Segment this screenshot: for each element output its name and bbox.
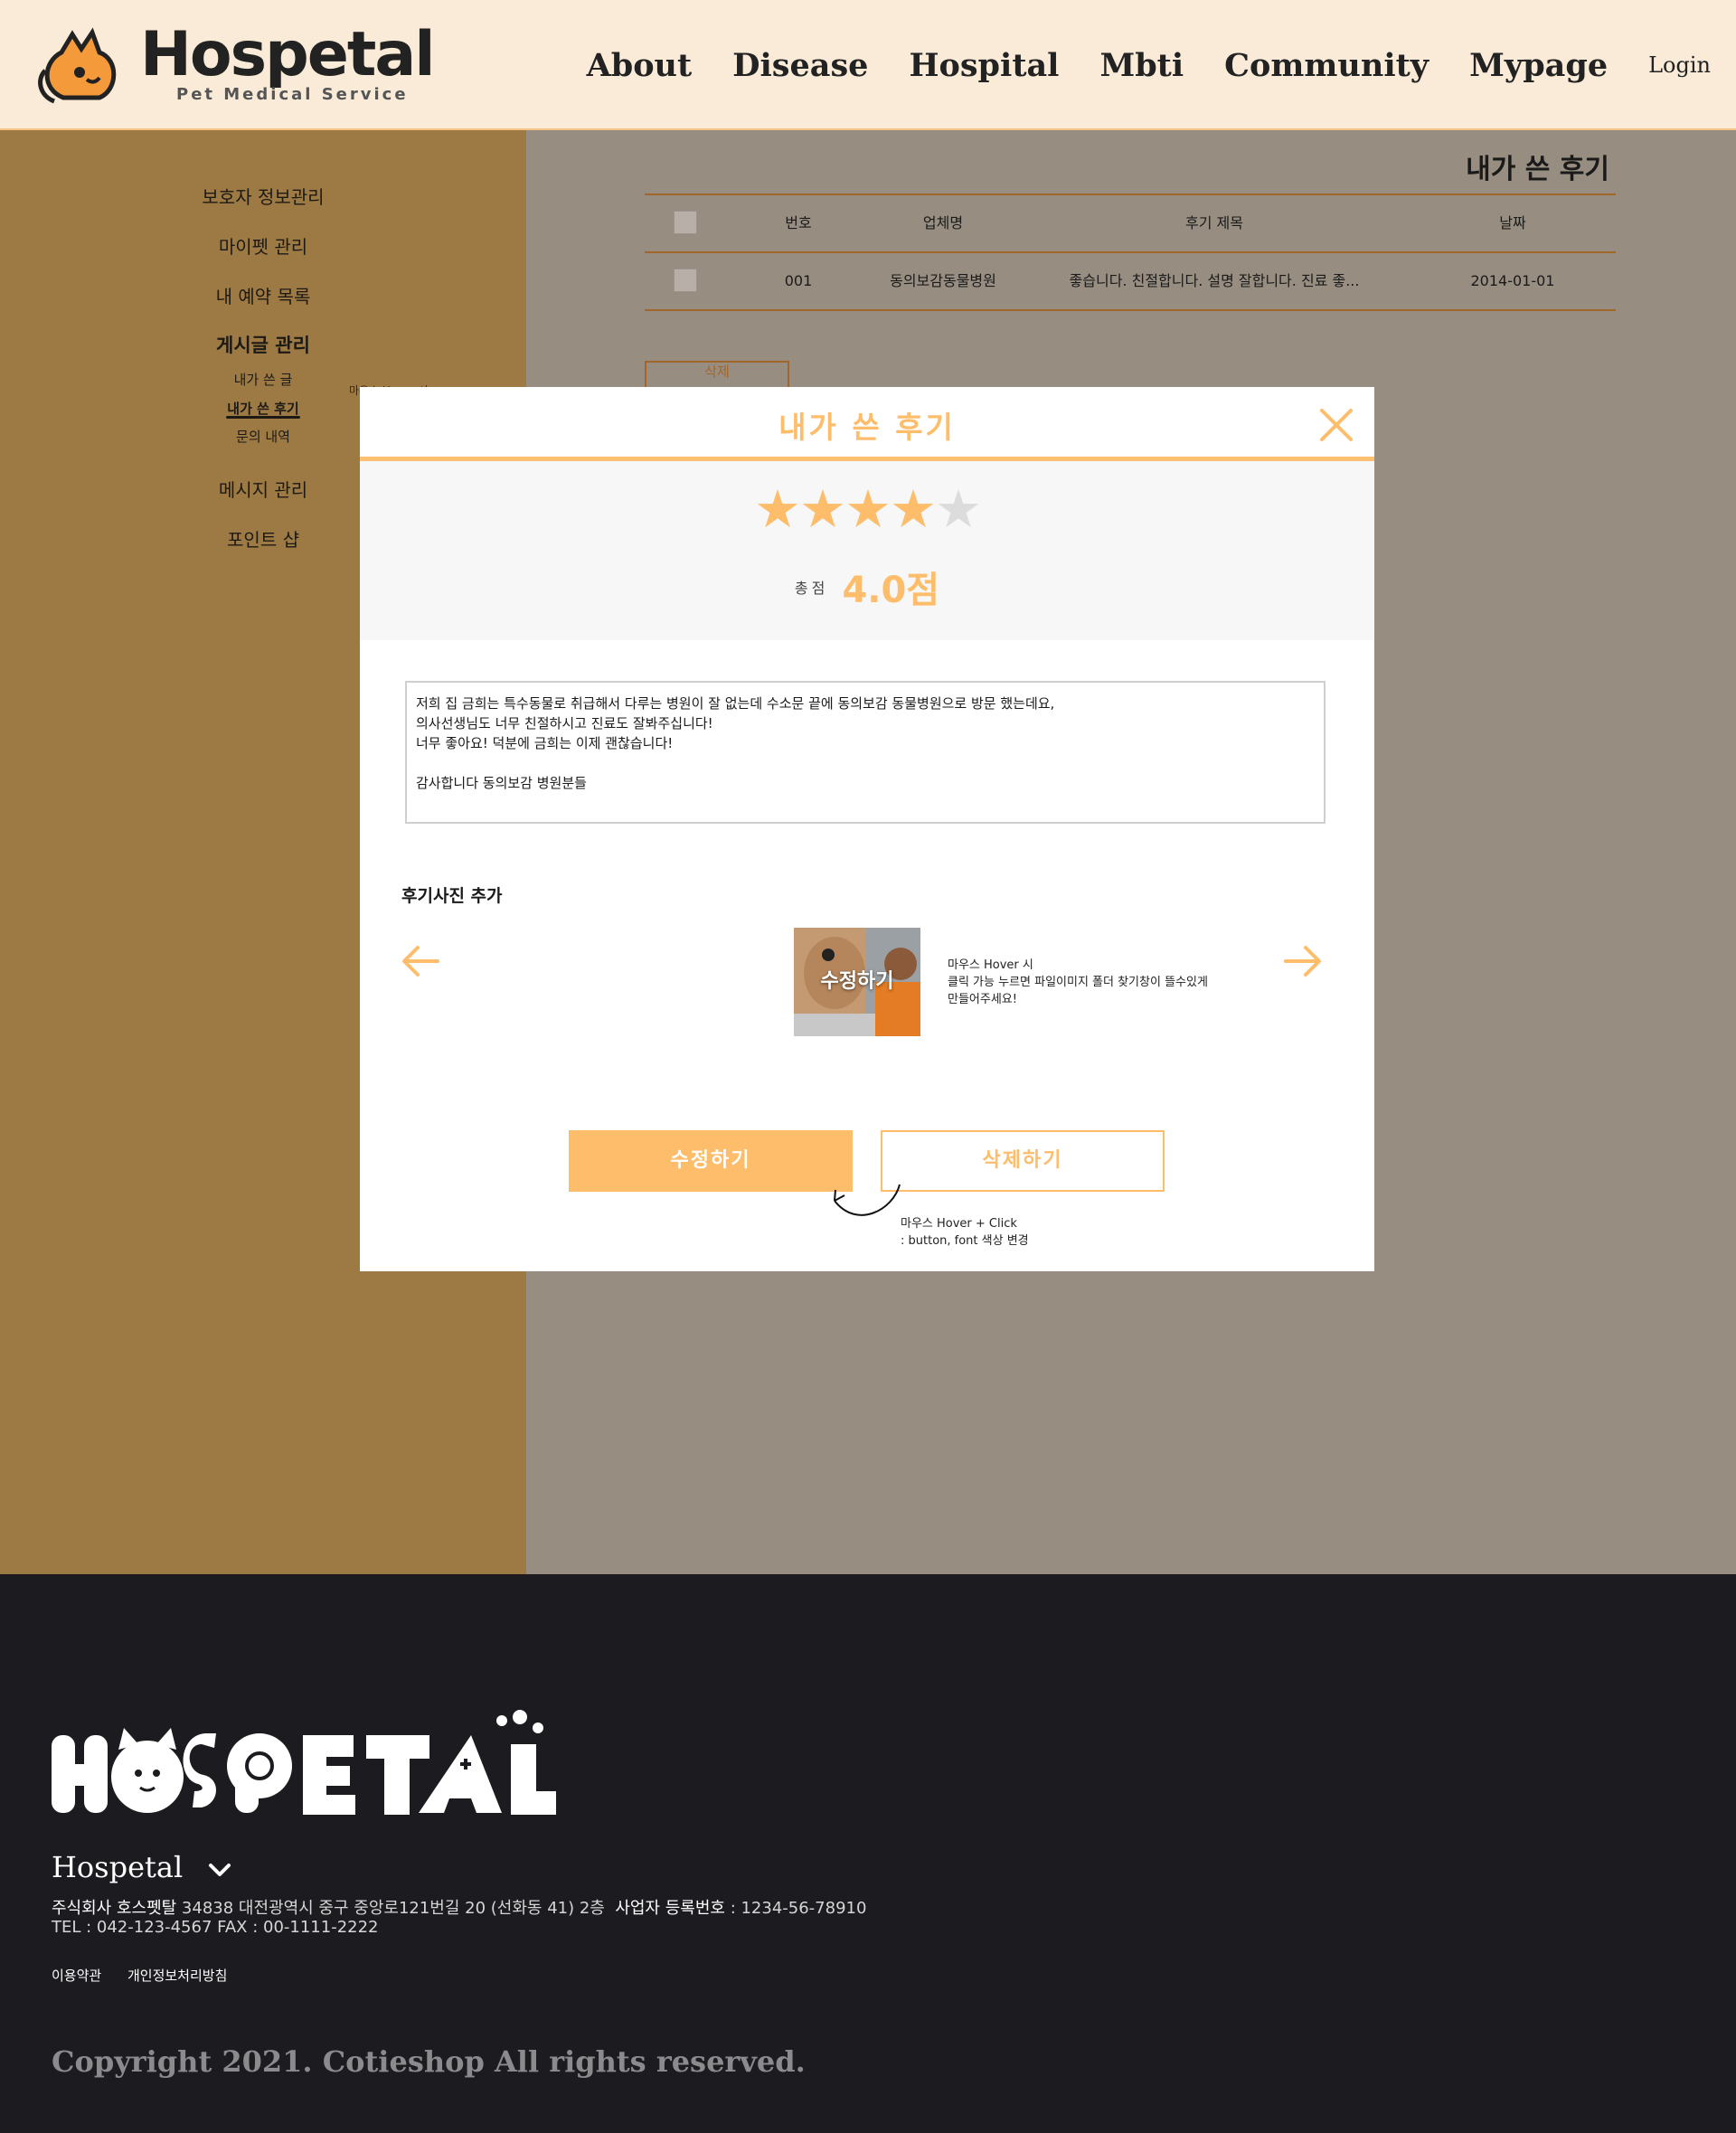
review-photo[interactable]: 수정하기 (794, 928, 920, 1036)
logo-word: Hospetal (140, 19, 436, 90)
modal-title: 내가 쓴 후기 (778, 410, 956, 445)
login-link[interactable]: Login (1648, 52, 1711, 78)
footer-logo (52, 1710, 556, 1815)
nav-disease[interactable]: Disease (732, 47, 868, 84)
logo[interactable]: Hospetal Pet Medical Service (36, 22, 436, 112)
chevron-down-icon[interactable] (208, 1862, 231, 1878)
photo-note-line: 만들어주세요! (948, 993, 1017, 1006)
nav-hospital[interactable]: Hospital (909, 47, 1059, 84)
row-date: 2014-01-01 (1470, 272, 1555, 289)
footer-link-privacy[interactable]: 개인정보처리방침 (127, 1968, 227, 1984)
star-rating[interactable]: ★★★★★ (360, 477, 1374, 541)
logo-subtitle: Pet Medical Service (176, 85, 409, 104)
button-note-line: : button, font 색상 변경 (901, 1234, 1029, 1248)
photo-note-line: 클릭 가능 누르면 파일이미지 폴더 찾기창이 뜰수있게 (948, 976, 1208, 989)
sidebar-item-reservations[interactable]: 내 예약 목록 (0, 282, 526, 308)
footer-tel: TEL : 042-123-4567 FAX : 00-1111-2222 (52, 1918, 379, 1937)
row-company: 동의보감동물병원 (890, 272, 996, 289)
photo-hover-note: 마우스 Hover 시 클릭 가능 누르면 파일이미지 폴더 찾기창이 뜰수있게… (948, 957, 1208, 1008)
photo-edit-overlay[interactable]: 수정하기 (794, 928, 920, 1036)
table-header-row: 번호 업체명 후기 제목 날짜 (645, 193, 1616, 251)
select-all-checkbox[interactable] (674, 211, 697, 234)
nav-about[interactable]: About (587, 47, 693, 84)
column-header-date: 날짜 (1499, 214, 1526, 231)
page-title: 내가 쓴 후기 (1466, 154, 1609, 185)
site-header: Hospetal Pet Medical Service About Disea… (0, 0, 1736, 130)
nav-community[interactable]: Community (1224, 47, 1429, 84)
footer-link-terms[interactable]: 이용약관 (52, 1968, 101, 1984)
column-header-company: 업체명 (922, 214, 964, 231)
sidebar-sub-my-posts[interactable]: 내가 쓴 글 (0, 370, 526, 389)
row-checkbox[interactable] (674, 269, 697, 292)
score-value: 4.0점 (842, 570, 940, 611)
modal-header: 내가 쓴 후기 (360, 387, 1374, 461)
footer-address-text: 34838 대전광역시 중구 중앙로121번길 20 (선화동 41) 2층 (176, 1899, 605, 1918)
star-icon[interactable]: ★ (935, 477, 982, 541)
footer-biz-label: 사업자 등록번호 (615, 1899, 725, 1918)
footer-brand[interactable]: Hospetal (52, 1850, 231, 1884)
footer-links: 이용약관 개인정보처리방침 (52, 1966, 249, 1985)
review-modal: 내가 쓴 후기 ★★★★★ 총점 4.0점 저희 집 금희는 특수동물로 취급해… (360, 387, 1374, 1271)
review-textarea[interactable]: 저희 집 금희는 특수동물로 취급해서 다루는 병원이 잘 없는데 수소문 끝에… (405, 681, 1326, 824)
footer-company: 주식회사 호스펫탈 (52, 1899, 177, 1918)
photo-section-label: 후기사진 추가 (401, 886, 503, 906)
footer-biz-number: : 1234-56-78910 (724, 1899, 867, 1918)
button-note-line: 마우스 Hover + Click (901, 1217, 1017, 1231)
score-label: 총점 (794, 580, 829, 597)
sidebar-item-posts[interactable]: 게시글 관리 (0, 331, 526, 358)
button-hover-note: 마우스 Hover + Click : button, font 색상 변경 (901, 1215, 1029, 1250)
row-number: 001 (784, 272, 813, 289)
nav-mypage[interactable]: Mypage (1469, 47, 1608, 84)
photo-note-line: 마우스 Hover 시 (948, 958, 1033, 972)
reviews-table: 번호 업체명 후기 제목 날짜 001 동의보감동물병원 좋습니다. 친절합니다… (645, 193, 1616, 311)
footer-address: 주식회사 호스펫탈 34838 대전광역시 중구 중앙로121번길 20 (선화… (52, 1895, 866, 1919)
column-header-title: 후기 제목 (1185, 214, 1243, 231)
total-score: 총점 4.0점 (360, 561, 1374, 613)
site-footer: Hospetal 주식회사 호스펫탈 34838 대전광역시 중구 중앙로121… (0, 1574, 1736, 2133)
star-icon[interactable]: ★ (754, 477, 801, 541)
star-icon[interactable]: ★ (844, 477, 892, 541)
table-row[interactable]: 001 동의보감동물병원 좋습니다. 친절합니다. 설명 잘합니다. 진료 좋.… (645, 251, 1616, 311)
star-icon[interactable]: ★ (890, 477, 937, 541)
arrow-left-icon[interactable] (398, 939, 443, 984)
footer-brand-label: Hospetal (52, 1850, 184, 1884)
close-icon[interactable] (1318, 407, 1354, 443)
row-title[interactable]: 좋습니다. 친절합니다. 설명 잘합니다. 진료 좋... (1052, 253, 1377, 309)
column-header-number: 번호 (785, 214, 812, 231)
active-underline (226, 416, 300, 419)
pet-logo-icon (38, 27, 117, 104)
main-nav: About Disease Hospital Mbti Community My… (546, 0, 1736, 130)
star-icon[interactable]: ★ (799, 477, 846, 541)
delete-review-button[interactable]: 삭제하기 (881, 1130, 1165, 1192)
rating-panel: ★★★★★ 총점 4.0점 (360, 461, 1374, 640)
arrow-right-icon[interactable] (1280, 939, 1326, 984)
sidebar-item-guardian-info[interactable]: 보호자 정보관리 (0, 183, 526, 209)
nav-mbti[interactable]: Mbti (1099, 47, 1184, 84)
footer-copyright: Copyright 2021. Cotieshop All rights res… (52, 2044, 806, 2079)
sidebar-item-my-pets[interactable]: 마이펫 관리 (0, 232, 526, 259)
